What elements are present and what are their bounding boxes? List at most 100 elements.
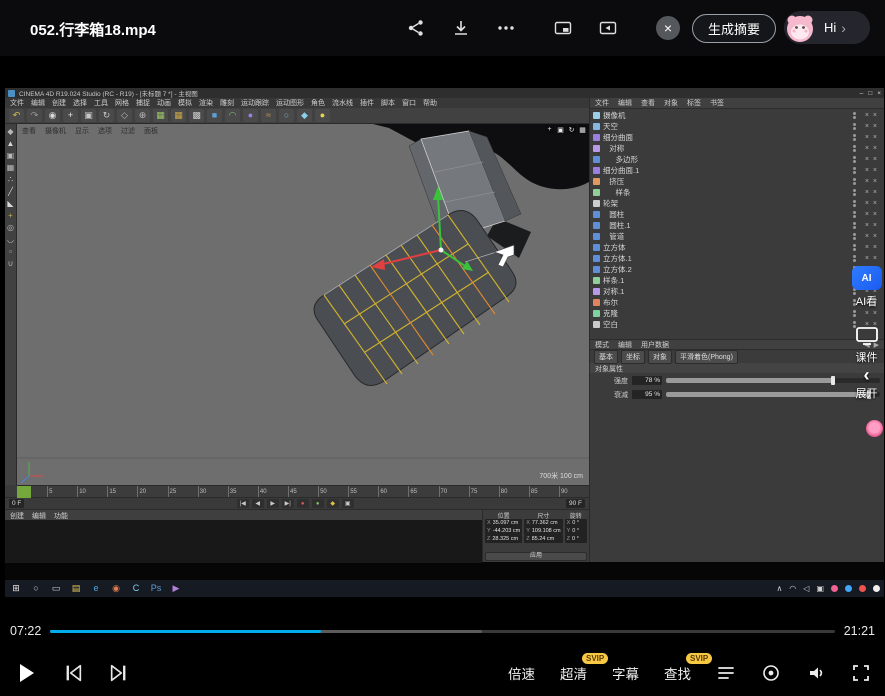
fullscreen-button[interactable] — [851, 663, 871, 683]
tray-ime-icon[interactable]: ▣ — [816, 584, 824, 593]
edges-mode-icon[interactable]: ╱ — [8, 188, 13, 196]
object-row[interactable]: 对称 ×× — [590, 143, 884, 154]
object-row[interactable]: 挤压 ×× — [590, 176, 884, 187]
scale-icon[interactable]: ▣ — [81, 109, 96, 122]
c4d-menu-item[interactable]: 动画 — [157, 98, 171, 108]
redo-icon[interactable]: ↷ — [27, 109, 42, 122]
close-button[interactable]: × — [656, 16, 680, 40]
tag-marks-icon[interactable]: ×× — [859, 222, 881, 229]
c4d-menu-item[interactable]: 模拟 — [178, 98, 192, 108]
visibility-dots-icon[interactable] — [853, 310, 856, 317]
end-frame-field[interactable]: 90 F — [566, 499, 585, 508]
attribute-menu-item[interactable]: 编辑 — [618, 340, 632, 350]
c4d-menu-item[interactable]: 角色 — [311, 98, 325, 108]
object-row[interactable]: 样条.1 ×× — [590, 275, 884, 286]
tag-marks-icon[interactable]: ×× — [859, 167, 881, 174]
magnet-icon[interactable]: ∪ — [8, 260, 14, 268]
tag-marks-icon[interactable]: ×× — [859, 123, 881, 130]
quality-button[interactable]: 超清 — [560, 663, 587, 683]
tag-marks-icon[interactable]: ×× — [859, 156, 881, 163]
object-row[interactable]: 管道 ×× — [590, 231, 884, 242]
attribute-tab[interactable]: 坐标 — [621, 350, 645, 364]
record-position-icon[interactable]: ● — [297, 499, 309, 508]
viewport-menu-item[interactable]: 选项 — [98, 126, 112, 133]
visibility-dots-icon[interactable] — [853, 244, 856, 251]
render-settings-icon[interactable]: ▩ — [189, 109, 204, 122]
subtitle-button[interactable]: 字幕 — [612, 663, 639, 683]
visibility-dots-icon[interactable] — [853, 112, 856, 119]
goto-end-icon[interactable]: ▶| — [282, 499, 294, 508]
recorder-settings-icon[interactable] — [873, 585, 880, 592]
tag-marks-icon[interactable]: ×× — [859, 145, 881, 152]
object-row[interactable]: 对称.1 ×× — [590, 286, 884, 297]
playlist-button[interactable] — [716, 663, 736, 683]
tag-marks-icon[interactable]: ×× — [859, 310, 881, 317]
rotate-icon[interactable]: ↻ — [99, 109, 114, 122]
object-row[interactable]: 圆柱.1 ×× — [590, 220, 884, 231]
c4d-menu-item[interactable]: 编辑 — [31, 98, 45, 108]
subdivision-surface-icon[interactable]: ● — [243, 109, 258, 122]
c4d-menu-item[interactable]: 插件 — [360, 98, 374, 108]
material-menu-item[interactable]: 功能 — [54, 511, 68, 519]
polygons-mode-icon[interactable]: ◣ — [7, 200, 13, 208]
render-view-icon[interactable]: ▦ — [153, 109, 168, 122]
deformer-icon[interactable]: ≈ — [261, 109, 276, 122]
object-row[interactable]: 天空 ×× — [590, 121, 884, 132]
material-menu-item[interactable]: 编辑 — [32, 511, 46, 519]
zoom-view-icon[interactable]: ▣ — [556, 125, 565, 134]
workplane-icon[interactable]: ▦ — [7, 164, 15, 172]
prev-button[interactable] — [62, 662, 84, 684]
viewport-menu-item[interactable]: 查看 — [22, 126, 36, 133]
enable-axis-icon[interactable]: + — [8, 212, 13, 220]
recorder-camera-icon[interactable] — [831, 585, 838, 592]
record-button[interactable] — [761, 663, 781, 683]
object-row[interactable]: 立方体.2 ×× — [590, 264, 884, 275]
light-icon[interactable]: ● — [315, 109, 330, 122]
position-field[interactable]: Z28.325 cm — [485, 535, 522, 543]
tag-marks-icon[interactable]: ×× — [859, 244, 881, 251]
play-button[interactable] — [14, 661, 38, 685]
timeline-ruler[interactable]: 051015202530354045505560657075808590 — [17, 485, 589, 497]
visibility-dots-icon[interactable] — [853, 145, 856, 152]
courseware-button[interactable]: 课件 — [848, 326, 885, 365]
model-mode-icon[interactable]: ▲ — [7, 140, 15, 148]
object-row[interactable]: 圆柱 ×× — [590, 209, 884, 220]
texture-mode-icon[interactable]: ▣ — [7, 152, 15, 160]
c4d-menu-item[interactable]: 窗口 — [402, 98, 416, 108]
object-manager-menu-item[interactable]: 文件 — [595, 98, 609, 108]
viewport-menu-item[interactable]: 过滤 — [121, 126, 135, 133]
move-icon[interactable]: + — [63, 109, 78, 122]
visibility-dots-icon[interactable] — [853, 167, 856, 174]
generate-summary-button[interactable]: 生成摘要 — [692, 14, 776, 43]
visibility-dots-icon[interactable] — [853, 156, 856, 163]
object-manager-menu-item[interactable]: 编辑 — [618, 98, 632, 108]
pendant-icon[interactable] — [866, 420, 883, 437]
next-button[interactable] — [108, 662, 130, 684]
visibility-dots-icon[interactable] — [853, 233, 856, 240]
tag-marks-icon[interactable]: ×× — [859, 255, 881, 262]
chrome-icon[interactable]: ◉ — [109, 582, 123, 596]
undo-icon[interactable]: ↶ — [9, 109, 24, 122]
attribute-tab[interactable]: 平滑着色(Phong) — [675, 350, 738, 364]
size-field[interactable]: X77.362 cm — [524, 519, 562, 527]
object-row[interactable]: 轮架 ×× — [590, 198, 884, 209]
tray-volume-icon[interactable]: ◁ — [803, 584, 809, 593]
viewport-menu-item[interactable]: 显示 — [75, 126, 89, 133]
prev-frame-icon[interactable]: ◀ — [252, 499, 264, 508]
visibility-dots-icon[interactable] — [853, 200, 856, 207]
window-close-icon[interactable]: × — [877, 90, 881, 97]
object-row[interactable]: 细分曲面.1 ×× — [590, 165, 884, 176]
object-row[interactable]: 空白 ×× — [590, 319, 884, 330]
more-button[interactable] — [492, 14, 520, 42]
c4d-menu-item[interactable]: 选择 — [73, 98, 87, 108]
recorder-pause-icon[interactable] — [845, 585, 852, 592]
visibility-dots-icon[interactable] — [853, 211, 856, 218]
lock-icon[interactable]: ▫ — [9, 248, 12, 256]
c4d-menu-item[interactable]: 运动图形 — [276, 98, 304, 108]
tag-marks-icon[interactable]: ×× — [859, 233, 881, 240]
minimize-icon[interactable]: – — [860, 90, 864, 97]
tag-marks-icon[interactable]: ×× — [859, 189, 881, 196]
start-icon[interactable]: ⊞ — [9, 582, 23, 596]
play-forward-icon[interactable]: ▶ — [267, 499, 279, 508]
edge-icon[interactable]: e — [89, 582, 103, 596]
